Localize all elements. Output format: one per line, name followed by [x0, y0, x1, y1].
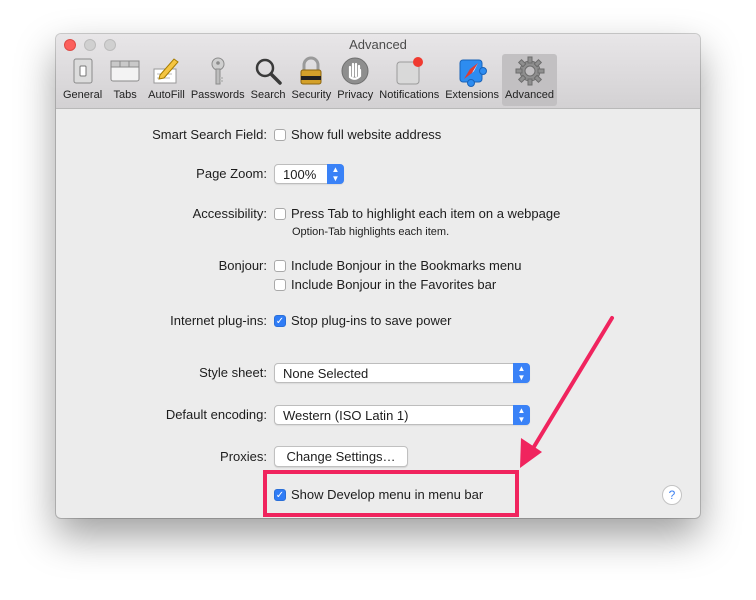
annotation-arrow — [520, 316, 614, 468]
